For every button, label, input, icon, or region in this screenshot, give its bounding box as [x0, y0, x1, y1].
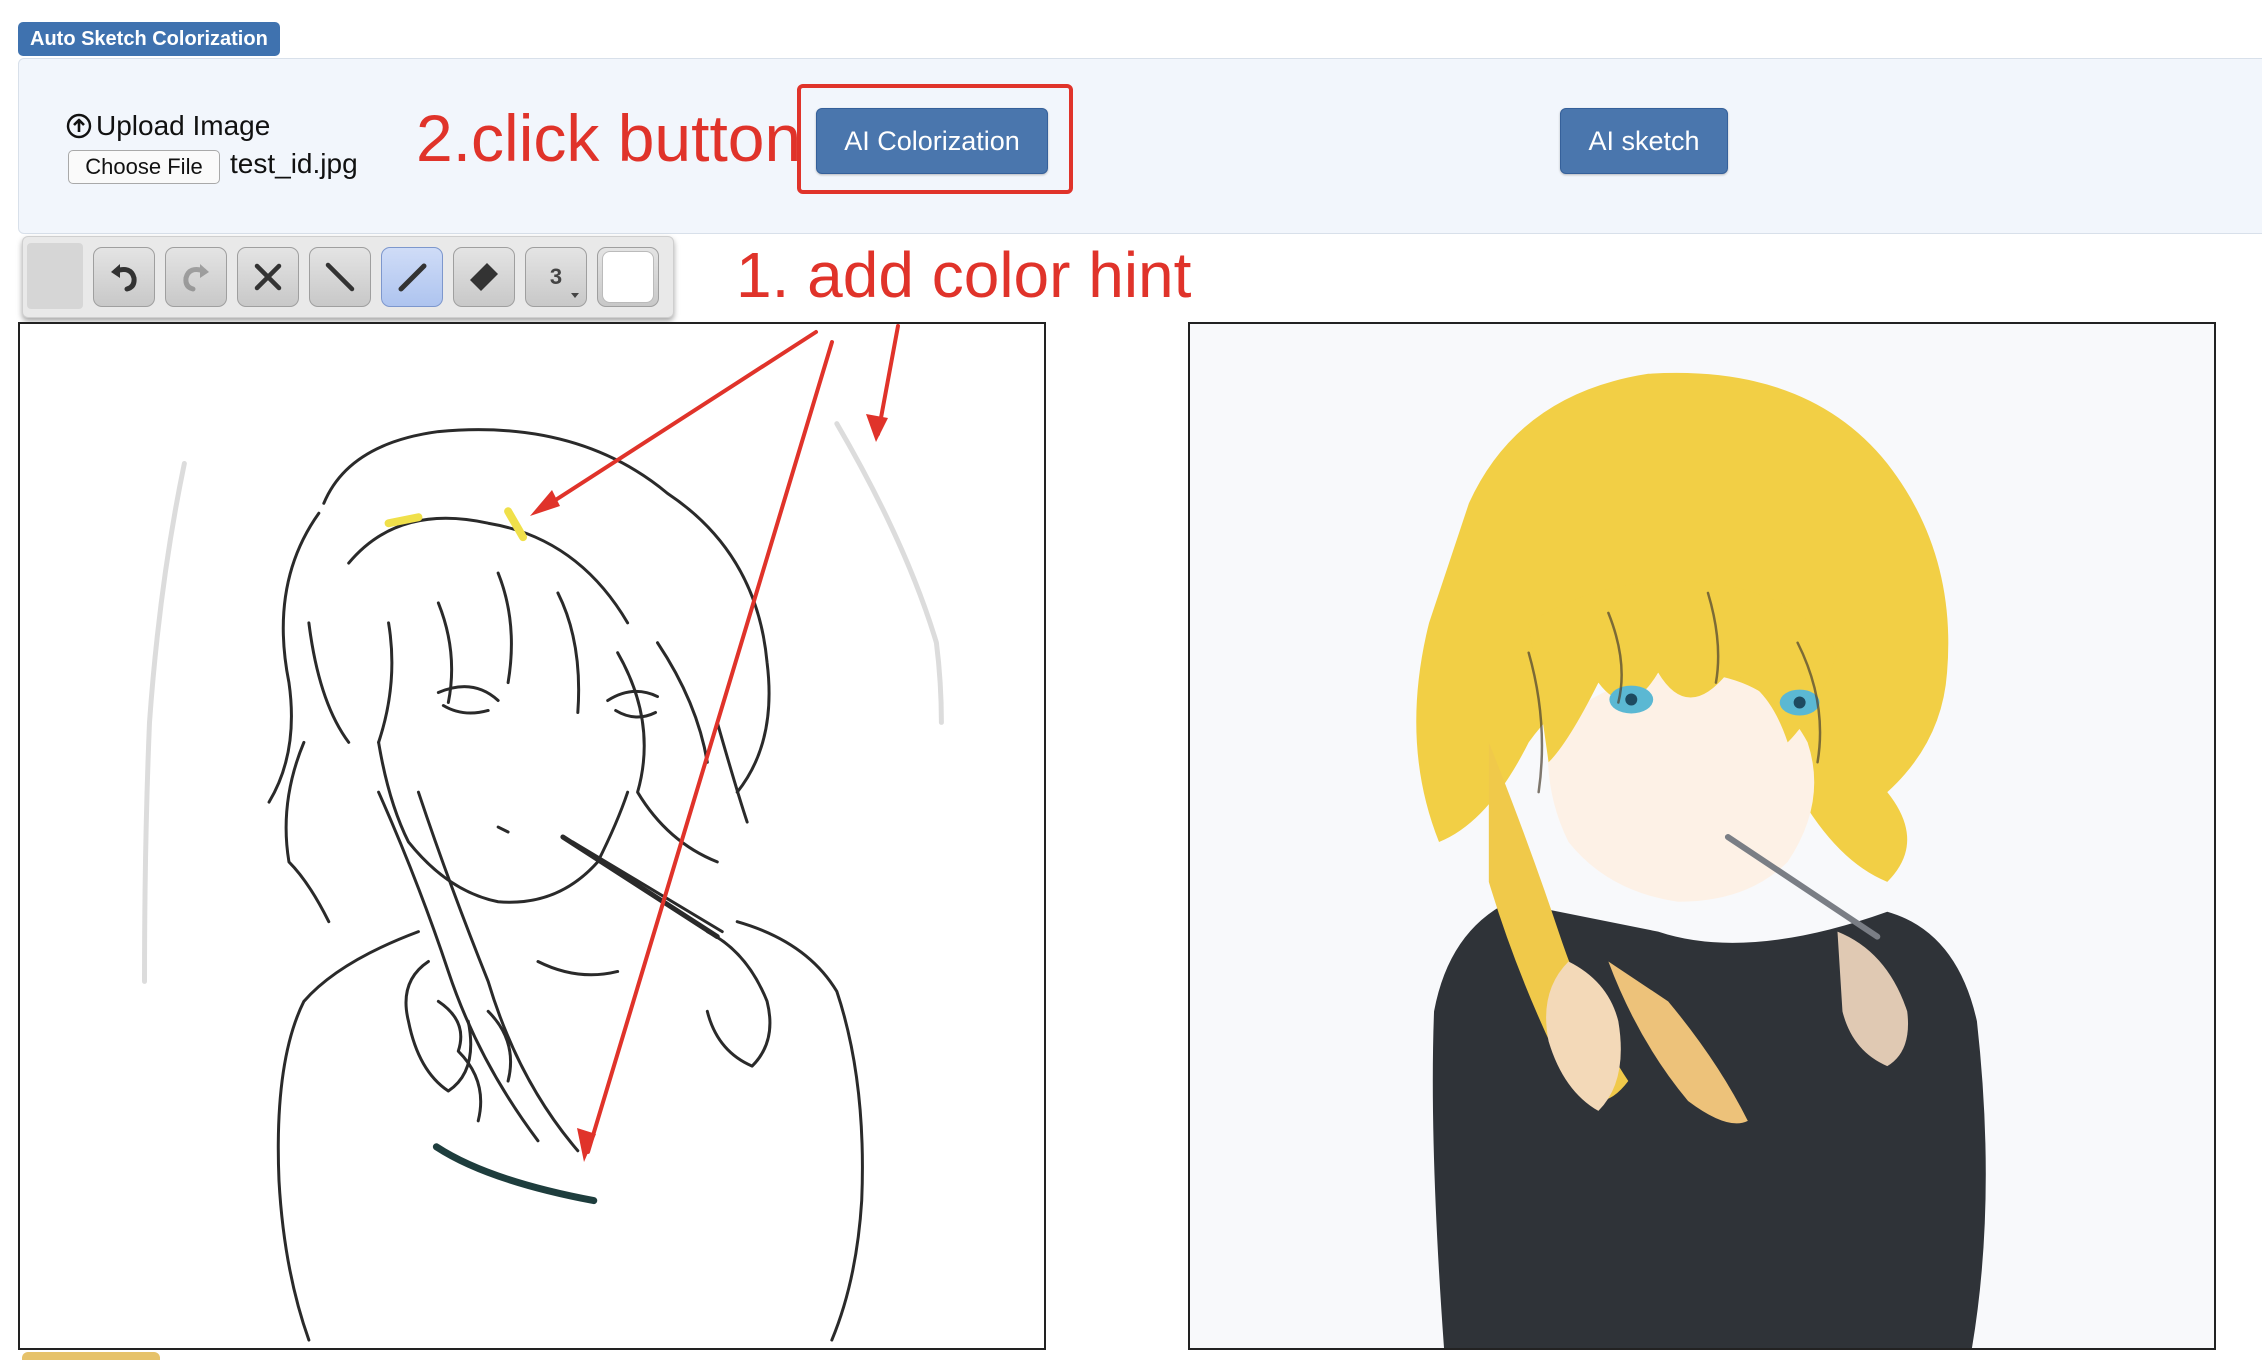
- close-icon: [254, 263, 282, 291]
- brush-size-button[interactable]: 3: [525, 247, 587, 307]
- sketch-artwork: [142, 421, 944, 1342]
- line-tool-button[interactable]: [309, 247, 371, 307]
- ai-sketch-button[interactable]: AI sketch: [1560, 108, 1728, 174]
- control-panel: [18, 58, 2262, 234]
- redo-icon: [183, 264, 209, 292]
- redo-button[interactable]: [165, 247, 227, 307]
- annotation-highlight-box: [797, 84, 1073, 194]
- annotation-step1: 1. add color hint: [736, 239, 1192, 311]
- brush-size-value: 3: [549, 264, 563, 289]
- eraser-tool-button[interactable]: [453, 247, 515, 307]
- drawing-toolbar: 3: [22, 236, 674, 318]
- color-swatch-button[interactable]: [597, 247, 659, 307]
- pen-icon: [398, 263, 427, 292]
- bottom-partial-button[interactable]: [22, 1352, 160, 1360]
- clear-button[interactable]: [237, 247, 299, 307]
- color-swatch: [602, 251, 654, 303]
- upload-label-text: Upload Image: [96, 110, 271, 141]
- annotation-step2: 2.click button: [416, 101, 802, 175]
- undo-button[interactable]: [93, 247, 155, 307]
- dropdown-caret-icon: [571, 293, 579, 298]
- upload-label: Upload Image: [66, 110, 270, 142]
- colorized-artwork: [1190, 324, 2214, 1348]
- line-icon: [325, 262, 355, 292]
- toolbar-drag-handle[interactable]: [27, 243, 83, 309]
- selected-file-name: test_id.jpg: [230, 148, 358, 179]
- upload-icon: [66, 113, 92, 139]
- sketch-canvas[interactable]: [18, 322, 1046, 1350]
- pen-tool-button[interactable]: [381, 247, 443, 307]
- choose-file-button[interactable]: Choose File: [68, 150, 220, 184]
- eraser-icon: [470, 263, 498, 291]
- app-title-badge: Auto Sketch Colorization: [18, 22, 280, 56]
- colorized-result-canvas: [1188, 322, 2216, 1350]
- undo-icon: [111, 264, 137, 292]
